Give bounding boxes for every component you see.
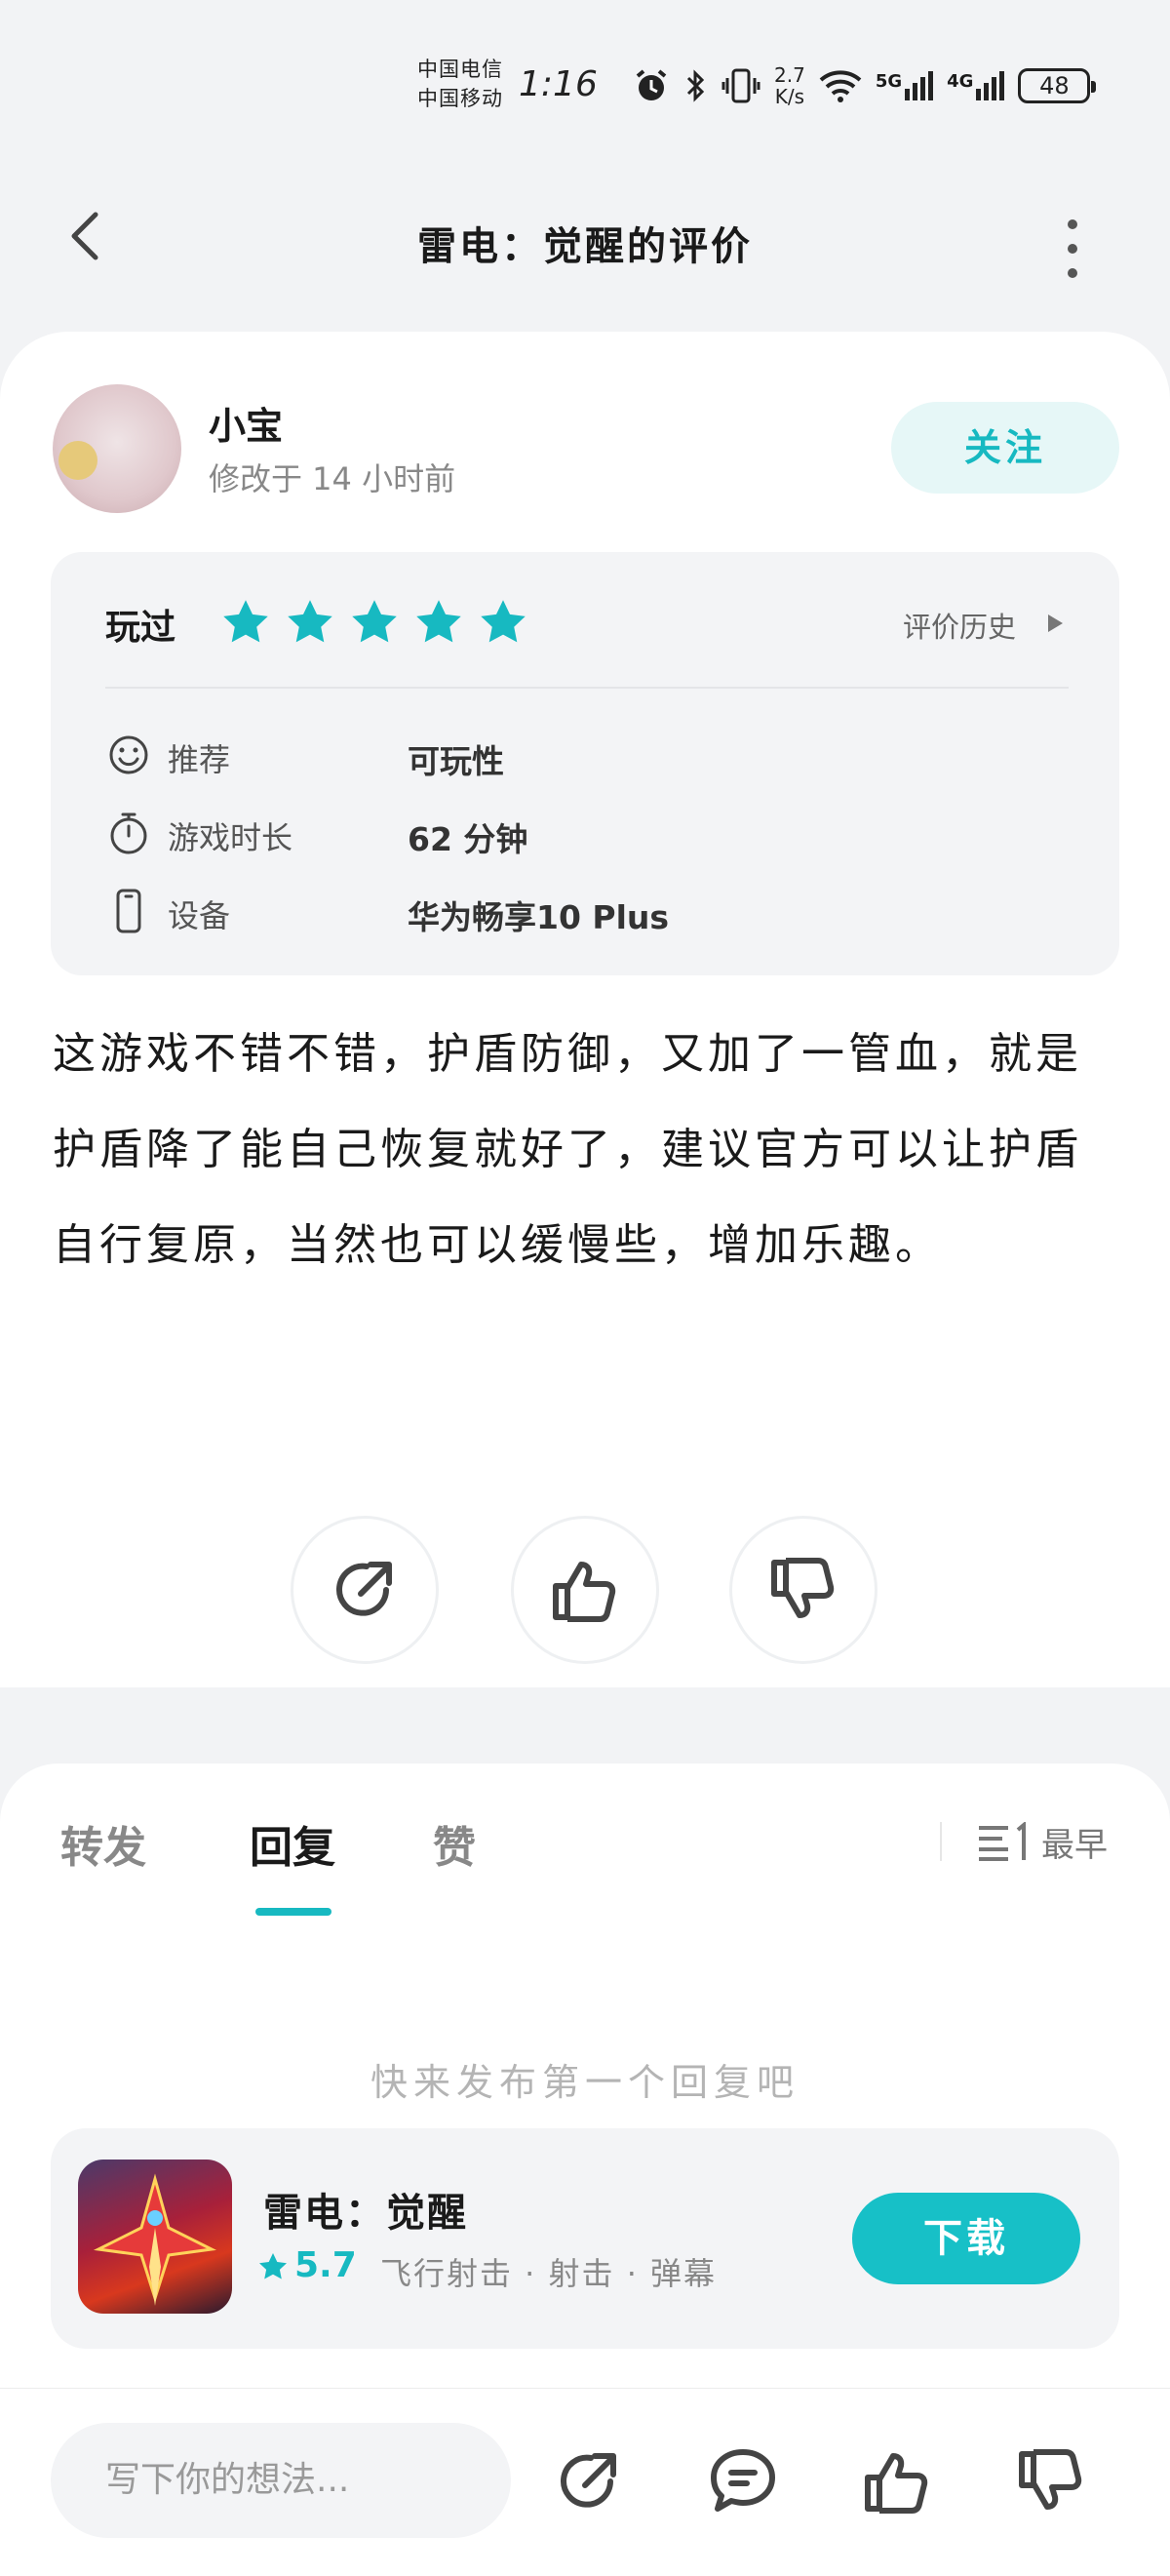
carrier-2: 中国移动	[417, 87, 503, 110]
star-icon	[481, 600, 526, 643]
tab-forward[interactable]: 转发	[60, 1812, 146, 1875]
avatar[interactable]	[53, 384, 181, 513]
recommend-value: 可玩性	[408, 742, 504, 780]
sort-label[interactable]: 最早	[1041, 1818, 1108, 1866]
wifi-icon	[819, 70, 862, 102]
star-icon	[259, 2253, 287, 2279]
thumbs-down-icon	[771, 1558, 835, 1618]
stopwatch-icon	[110, 812, 147, 854]
signal-4g-icon: 4G	[947, 71, 1005, 100]
page-title: 雷电：觉醒的评价	[417, 224, 753, 269]
divider	[940, 1822, 942, 1861]
battery-icon: 48	[1018, 68, 1097, 103]
status-icons: 2.7 K/s 5G 4G 48	[632, 59, 1097, 113]
review-text: 这游戏不错不错，护盾防御，又加了一管血，就是护盾降了能自己恢复就好了，建议官方可…	[53, 1029, 1082, 1270]
signal-5g-icon: 5G	[876, 71, 934, 100]
star-icon	[416, 600, 461, 643]
share-icon[interactable]	[550, 2442, 628, 2520]
active-tab-indicator	[255, 1908, 332, 1916]
tab-likes[interactable]: 赞	[433, 1812, 476, 1875]
star-rating	[220, 597, 528, 648]
username[interactable]: 小宝	[209, 396, 283, 450]
game-score: 5.7	[294, 2245, 357, 2285]
like-button[interactable]	[511, 1516, 659, 1664]
download-button[interactable]: 下载	[852, 2193, 1080, 2284]
tab-reply[interactable]: 回复	[250, 1812, 335, 1875]
star-icon	[288, 600, 332, 643]
phone-icon	[116, 889, 141, 933]
game-name[interactable]: 雷电：觉醒	[263, 2181, 468, 2238]
device-label: 设备	[168, 897, 231, 934]
more-options-icon[interactable]	[1053, 215, 1092, 283]
recommend-label: 推荐	[168, 741, 231, 778]
net-speed: 2.7 K/s	[774, 63, 805, 108]
modified-time: 修改于 14 小时前	[209, 460, 456, 497]
share-icon	[336, 1562, 392, 1616]
game-tags: 飞行射击 · 射击 · 弹幕	[380, 2255, 718, 2292]
playtime-value: 62 分钟	[408, 820, 528, 858]
device-value: 华为畅享10 Plus	[408, 898, 670, 936]
play-arrow-icon[interactable]	[1045, 613, 1065, 634]
comment-icon[interactable]	[704, 2442, 782, 2520]
top-app-bar: 雷电：觉醒的评价	[0, 185, 1170, 293]
carrier-labels: 中国电信 中国移动	[417, 55, 503, 113]
sort-icon[interactable]	[977, 1822, 1028, 1861]
divider	[105, 687, 1069, 689]
dislike-button[interactable]	[729, 1516, 878, 1664]
bluetooth-icon	[686, 69, 705, 102]
jet-fighter-icon	[93, 2173, 217, 2306]
thumbs-up-icon	[553, 1562, 616, 1622]
star-icon	[223, 600, 268, 643]
comment-input[interactable]: 写下你的想法...	[51, 2423, 511, 2538]
smile-icon	[109, 735, 148, 774]
carrier-1: 中国电信	[417, 58, 503, 81]
rating-history-link[interactable]: 评价历史	[903, 605, 1016, 646]
alarm-icon	[636, 69, 667, 100]
follow-button[interactable]: 关注	[891, 402, 1119, 494]
played-label: 玩过	[105, 608, 176, 648]
game-icon[interactable]	[78, 2160, 232, 2314]
share-button[interactable]	[291, 1516, 439, 1664]
playtime-label: 游戏时长	[168, 819, 293, 856]
thumbs-up-icon[interactable]	[858, 2442, 936, 2520]
empty-state-text: 快来发布第一个回复吧	[370, 2061, 800, 2104]
star-icon	[352, 600, 397, 643]
thumbs-down-icon[interactable]	[1012, 2442, 1090, 2520]
vibrate-icon	[722, 68, 760, 103]
clock: 1:16	[519, 64, 598, 104]
status-bar: 中国电信 中国移动 1:16 2.7 K/s 5G 4G 48	[0, 0, 1170, 166]
